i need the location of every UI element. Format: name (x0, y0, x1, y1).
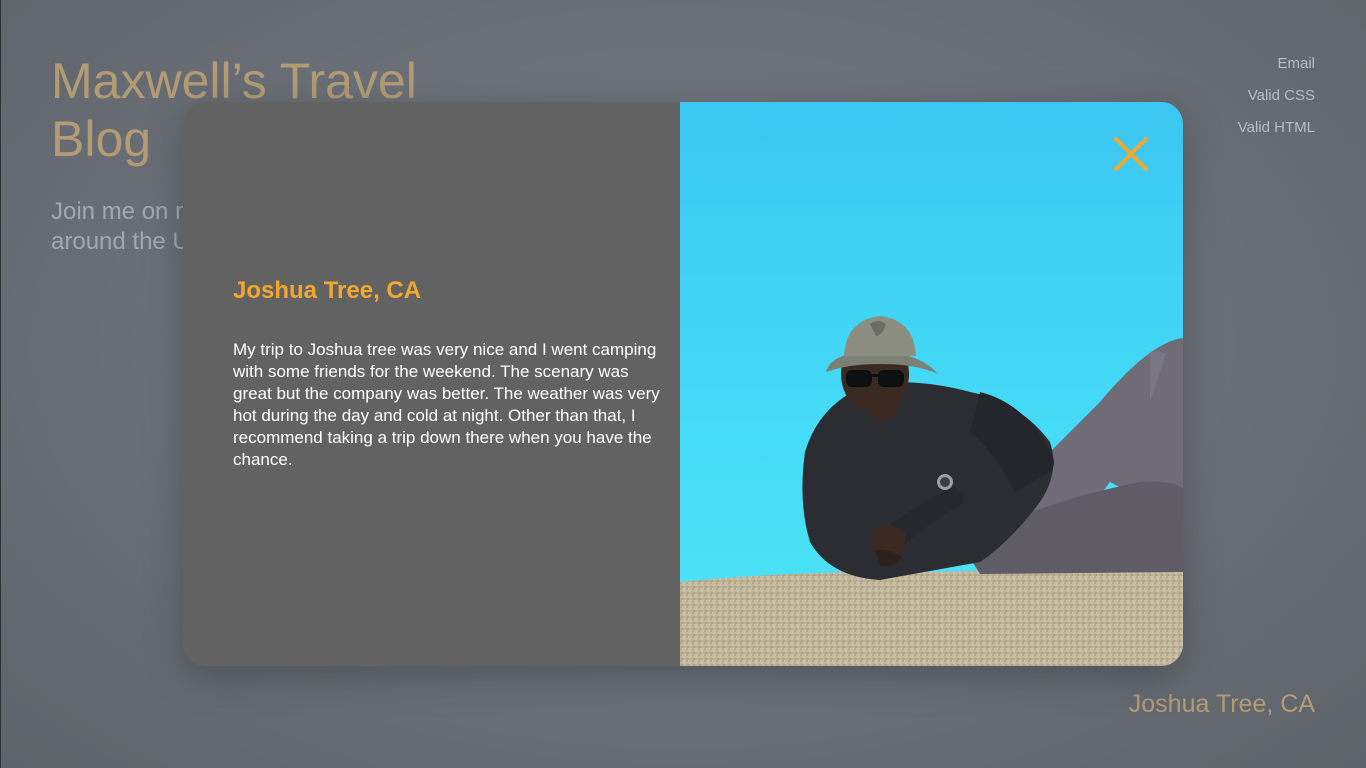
valid-html-link[interactable]: Valid HTML (1238, 112, 1315, 144)
modal-heading: Joshua Tree, CA (233, 277, 422, 304)
modal-text-panel: Joshua Tree, CA My trip to Joshua tree w… (183, 102, 680, 666)
modal-photo (680, 102, 1183, 666)
valid-css-link[interactable]: Valid CSS (1238, 80, 1315, 112)
email-link[interactable]: Email (1238, 48, 1315, 80)
location-caption[interactable]: Joshua Tree, CA (1129, 688, 1315, 720)
top-links: Email Valid CSS Valid HTML (1238, 48, 1315, 144)
modal-body: My trip to Joshua tree was very nice and… (233, 340, 660, 469)
close-button[interactable] (1112, 135, 1150, 173)
close-icon (1114, 137, 1148, 171)
location-modal: Joshua Tree, CA My trip to Joshua tree w… (183, 102, 1183, 666)
page-edge (0, 0, 1, 768)
photo-man-lying-on-rock (680, 102, 1183, 666)
